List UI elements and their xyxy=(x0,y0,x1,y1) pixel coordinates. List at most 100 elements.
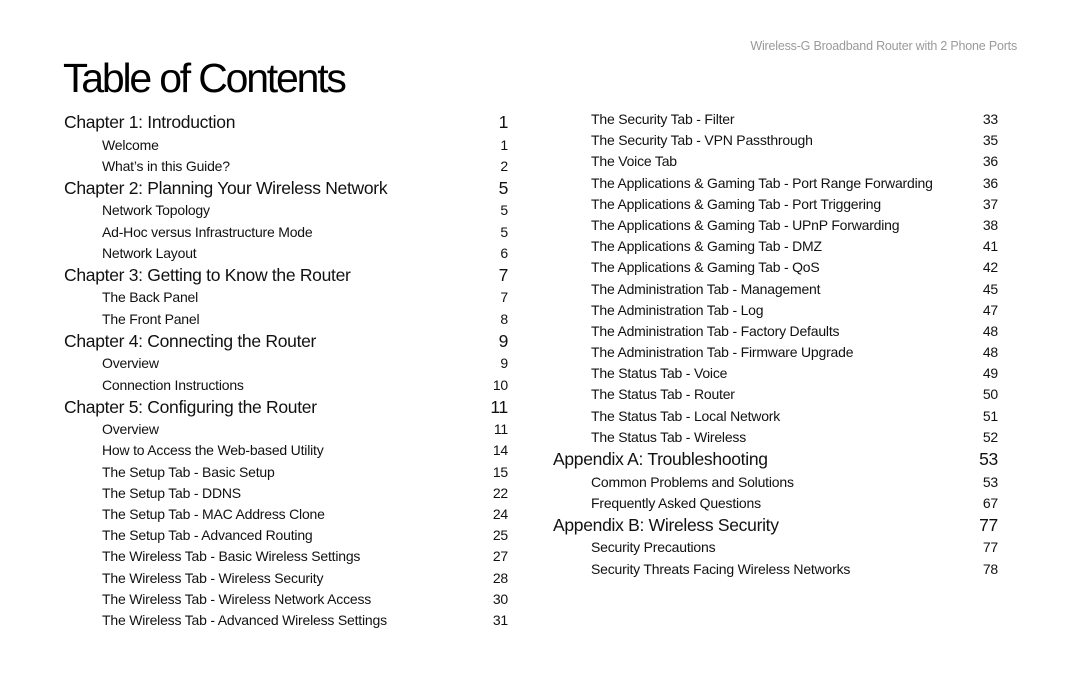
toc-chapter-entry[interactable]: Appendix A: Troubleshooting 53 xyxy=(553,448,998,472)
toc-entry-page-number: 28 xyxy=(492,569,508,586)
toc-entry-title: The Voice Tab xyxy=(591,153,677,170)
toc-section-entry[interactable]: The Wireless Tab - Wireless Network Acce… xyxy=(64,589,508,610)
toc-section-entry[interactable]: Frequently Asked Questions 67 xyxy=(553,493,998,514)
toc-entry-title: Frequently Asked Questions xyxy=(591,494,761,511)
toc-section-entry[interactable]: The Security Tab - Filter 33 xyxy=(553,109,998,130)
toc-entry-title: The Administration Tab - Factory Default… xyxy=(591,322,840,339)
toc-entry-title: Connection Instructions xyxy=(102,376,244,393)
toc-section-entry[interactable]: The Applications & Gaming Tab - Port Tri… xyxy=(553,194,998,215)
toc-entry-page-number: 41 xyxy=(982,238,998,255)
toc-entry-title: The Status Tab - Local Network xyxy=(591,407,781,424)
toc-entry-title: The Wireless Tab - Basic Wireless Settin… xyxy=(102,548,361,565)
toc-section-entry[interactable]: Network Layout 6 xyxy=(64,243,508,264)
toc-section-entry[interactable]: The Setup Tab - Basic Setup 15 xyxy=(64,462,508,483)
toc-section-entry[interactable]: The Status Tab - Voice 49 xyxy=(553,363,998,384)
toc-section-entry[interactable]: The Status Tab - Wireless 52 xyxy=(553,427,998,448)
toc-section-entry[interactable]: Common Problems and Solutions 53 xyxy=(553,472,998,493)
toc-section-entry[interactable]: The Applications & Gaming Tab - QoS 42 xyxy=(553,257,998,278)
toc-section-entry[interactable]: The Status Tab - Router 50 xyxy=(553,384,998,405)
toc-entry-page-number: 5 xyxy=(498,177,509,198)
toc-entry-title: Chapter 4: Connecting the Router xyxy=(64,330,317,351)
toc-chapter-entry[interactable]: Chapter 4: Connecting the Router 9 xyxy=(64,330,508,354)
toc-section-entry[interactable]: Overview 9 xyxy=(64,353,508,374)
toc-entry-title: The Status Tab - Voice xyxy=(591,365,728,382)
toc-section-entry[interactable]: The Administration Tab - Firmware Upgrad… xyxy=(553,342,998,363)
toc-entry-title: Security Threats Facing Wireless Network… xyxy=(591,560,851,577)
toc-section-entry[interactable]: The Security Tab - VPN Passthrough 35 xyxy=(553,130,998,151)
toc-entry-page-number: 42 xyxy=(982,259,998,276)
toc-section-entry[interactable]: Connection Instructions 10 xyxy=(64,375,508,396)
toc-section-entry[interactable]: Ad-Hoc versus Infrastructure Mode 5 xyxy=(64,222,508,243)
toc-section-entry[interactable]: The Applications & Gaming Tab - Port Ran… xyxy=(553,173,998,194)
toc-entry-title: Network Layout xyxy=(102,244,197,261)
toc-entry-page-number: 5 xyxy=(500,223,508,240)
toc-chapter-entry[interactable]: Chapter 5: Configuring the Router 11 xyxy=(64,396,508,420)
toc-section-entry[interactable]: Network Topology 5 xyxy=(64,200,508,221)
toc-entry-title: Ad-Hoc versus Infrastructure Mode xyxy=(102,223,313,240)
toc-section-entry[interactable]: The Wireless Tab - Wireless Security 28 xyxy=(64,568,508,589)
toc-entry-page-number: 25 xyxy=(492,527,508,544)
toc-entry-page-number: 5 xyxy=(500,202,508,219)
toc-entry-page-number: 38 xyxy=(982,216,998,233)
toc-entry-page-number: 15 xyxy=(492,463,508,480)
toc-section-entry[interactable]: The Administration Tab - Management 45 xyxy=(553,279,998,300)
toc-section-entry[interactable]: Security Precautions 77 xyxy=(553,537,998,558)
toc-entry-title: Chapter 5: Configuring the Router xyxy=(64,396,317,417)
toc-entry-title: Security Precautions xyxy=(591,539,716,556)
toc-entry-page-number: 9 xyxy=(498,330,509,351)
toc-entry-title: The Status Tab - Wireless xyxy=(591,428,747,445)
toc-entry-title: What’s in this Guide? xyxy=(102,157,230,174)
toc-section-entry[interactable]: The Applications & Gaming Tab - DMZ 41 xyxy=(553,236,998,257)
toc-entry-page-number: 27 xyxy=(492,548,508,565)
toc-chapter-entry[interactable]: Chapter 2: Planning Your Wireless Networ… xyxy=(64,177,508,201)
toc-entry-title: The Status Tab - Router xyxy=(591,386,735,403)
toc-section-entry[interactable]: The Setup Tab - Advanced Routing 25 xyxy=(64,525,508,546)
toc-section-entry[interactable]: Welcome 1 xyxy=(64,135,508,156)
toc-entry-page-number: 7 xyxy=(500,289,508,306)
toc-section-entry[interactable]: The Back Panel 7 xyxy=(64,287,508,308)
toc-section-entry[interactable]: The Wireless Tab - Advanced Wireless Set… xyxy=(64,610,508,631)
toc-section-entry[interactable]: How to Access the Web-based Utility 14 xyxy=(64,440,508,461)
toc-entry-page-number: 51 xyxy=(982,407,998,424)
toc-entry-title: The Setup Tab - MAC Address Clone xyxy=(102,505,325,522)
toc-section-entry[interactable]: The Applications & Gaming Tab - UPnP For… xyxy=(553,215,998,236)
toc-entry-page-number: 53 xyxy=(979,449,998,469)
toc-entry-page-number: 9 xyxy=(500,355,508,372)
toc-section-entry[interactable]: What’s in this Guide? 2 xyxy=(64,156,508,177)
running-header: Wireless-G Broadband Router with 2 Phone… xyxy=(750,39,1017,53)
toc-entry-page-number: 1 xyxy=(500,136,508,153)
toc-chapter-entry[interactable]: Chapter 1: Introduction 1 xyxy=(64,111,508,135)
toc-section-entry[interactable]: The Administration Tab - Log 47 xyxy=(553,300,998,321)
toc-entry-page-number: 50 xyxy=(982,386,998,403)
toc-entry-title: The Administration Tab - Management xyxy=(591,280,821,297)
toc-entry-page-number: 48 xyxy=(982,344,998,361)
toc-entry-page-number: 2 xyxy=(500,157,508,174)
toc-entry-title: The Wireless Tab - Advanced Wireless Set… xyxy=(102,611,387,628)
page-title: Table of Contents xyxy=(63,55,347,101)
toc-entry-page-number: 67 xyxy=(982,494,998,511)
toc-entry-title: Appendix B: Wireless Security xyxy=(553,514,779,535)
toc-chapter-entry[interactable]: Chapter 3: Getting to Know the Router 7 xyxy=(64,264,508,288)
toc-entry-title: Chapter 3: Getting to Know the Router xyxy=(64,264,351,285)
toc-section-entry[interactable]: Overview 11 xyxy=(64,419,508,440)
toc-left-column: Chapter 1: Introduction 1 Welcome 1 What’s i… xyxy=(64,111,508,631)
toc-entry-page-number: 8 xyxy=(500,310,508,327)
toc-entry-page-number: 48 xyxy=(982,322,998,339)
toc-entry-title: Overview xyxy=(102,421,159,438)
toc-entry-page-number: 11 xyxy=(490,396,508,417)
toc-entry-title: The Administration Tab - Log xyxy=(591,301,764,318)
toc-section-entry[interactable]: The Front Panel 8 xyxy=(64,309,508,330)
toc-section-entry[interactable]: The Voice Tab 36 xyxy=(553,151,998,172)
toc-section-entry[interactable]: The Setup Tab - DDNS 22 xyxy=(64,483,508,504)
toc-chapter-entry[interactable]: Appendix B: Wireless Security 77 xyxy=(553,514,998,538)
toc-entry-title: The Applications & Gaming Tab - Port Ran… xyxy=(591,174,933,191)
toc-section-entry[interactable]: The Status Tab - Local Network 51 xyxy=(553,406,998,427)
toc-section-entry[interactable]: The Setup Tab - MAC Address Clone 24 xyxy=(64,504,508,525)
toc-entry-page-number: 6 xyxy=(500,244,508,261)
toc-entry-title: The Setup Tab - Basic Setup xyxy=(102,463,275,480)
toc-section-entry[interactable]: The Wireless Tab - Basic Wireless Settin… xyxy=(64,546,508,567)
toc-entry-title: The Security Tab - Filter xyxy=(591,111,735,127)
toc-section-entry[interactable]: The Administration Tab - Factory Default… xyxy=(553,321,998,342)
toc-entry-page-number: 45 xyxy=(982,280,998,297)
toc-section-entry[interactable]: Security Threats Facing Wireless Network… xyxy=(553,559,998,580)
